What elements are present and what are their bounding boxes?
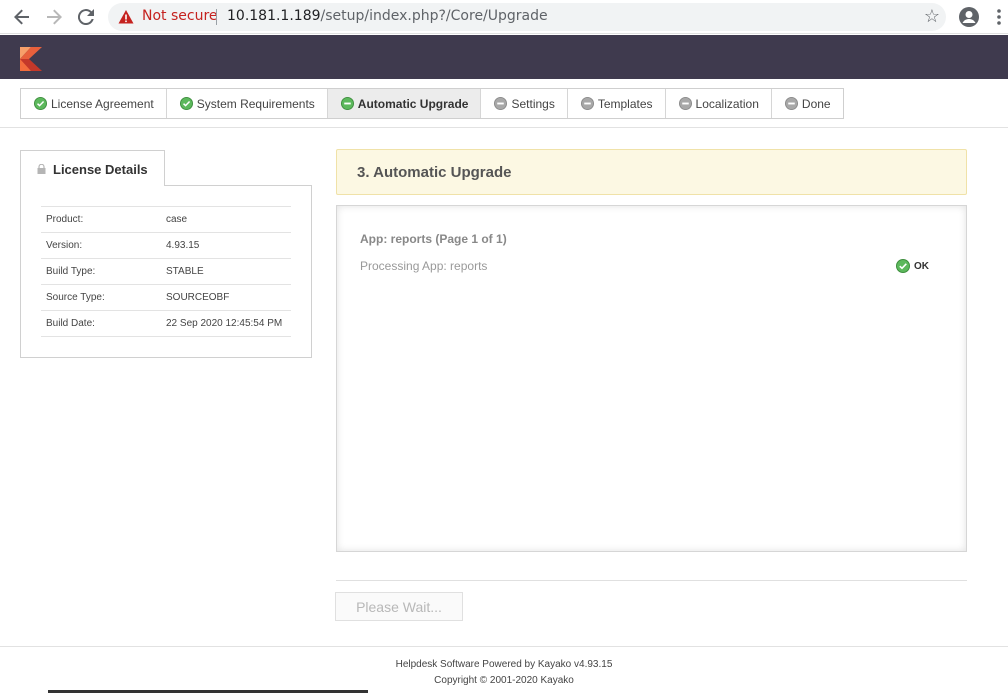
license-key-build-type: Build Type:	[46, 266, 96, 277]
step-system-requirements[interactable]: System Requirements	[167, 89, 328, 118]
table-row: Product: case	[41, 207, 291, 233]
check-circle-icon	[34, 97, 47, 110]
step-label: Automatic Upgrade	[357, 96, 469, 111]
table-row: Source Type: SOURCEOBF	[41, 285, 291, 311]
step-label: Localization	[695, 96, 759, 111]
app-title: App: reports (Page 1 of 1)	[360, 232, 507, 246]
processing-text: Processing App: reports	[360, 259, 488, 273]
license-value-product: case	[166, 214, 188, 225]
step-label: Templates	[597, 96, 653, 111]
not-secure-label[interactable]: Not secure	[142, 8, 218, 24]
kayako-logo-icon[interactable]	[20, 47, 42, 71]
setup-steps-nav: License Agreement System Requirements Au…	[20, 88, 844, 119]
warning-icon	[118, 10, 134, 24]
footer-divider	[0, 646, 1008, 647]
star-icon[interactable]: ☆	[924, 6, 940, 27]
status-badge: OK	[896, 259, 929, 273]
lock-icon	[37, 164, 46, 174]
step-license-agreement[interactable]: License Agreement	[21, 89, 167, 118]
minus-circle-gray-icon	[784, 97, 798, 110]
account-icon[interactable]	[958, 6, 980, 28]
license-value-build-date: 22 Sep 2020 12:45:54 PM	[166, 318, 283, 329]
nav-divider	[0, 127, 1008, 128]
step-templates[interactable]: Templates	[568, 89, 666, 118]
license-details-title: License Details	[53, 162, 148, 177]
step-label: Settings	[511, 96, 555, 111]
license-table: Product: case Version: 4.93.15 Build Type:…	[41, 206, 291, 337]
omnibox-divider	[216, 9, 217, 25]
reload-icon[interactable]	[74, 5, 98, 29]
browser-toolbar: Not secure 10.181.1.189/setup/index.php?…	[0, 0, 1008, 34]
minus-circle-gray-icon	[494, 97, 508, 110]
license-value-version: 4.93.15	[166, 240, 200, 251]
status-ok-label: OK	[914, 260, 929, 272]
step-automatic-upgrade[interactable]: Automatic Upgrade	[327, 89, 482, 118]
back-arrow-icon[interactable]	[10, 5, 34, 29]
please-wait-button[interactable]: Please Wait...	[335, 592, 463, 621]
upgrade-log-box: App: reports (Page 1 of 1) Processing Ap…	[336, 205, 967, 552]
table-row: Version: 4.93.15	[41, 233, 291, 259]
section-title-bar: 3. Automatic Upgrade	[336, 149, 967, 195]
license-key-source-type: Source Type:	[46, 292, 105, 303]
minus-circle-gray-icon	[580, 97, 594, 110]
step-label: License Agreement	[51, 96, 154, 111]
check-circle-icon	[179, 97, 193, 110]
url-host: 10.181.1.189	[227, 8, 321, 24]
url-text[interactable]: 10.181.1.189/setup/index.php?/Core/Upgra…	[227, 8, 548, 24]
step-done[interactable]: Done	[772, 89, 843, 118]
minus-circle-gray-icon	[678, 97, 692, 110]
license-value-source-type: SOURCEOBF	[166, 292, 230, 303]
check-circle-icon	[896, 259, 910, 273]
page-title: 3. Automatic Upgrade	[357, 164, 512, 181]
footer-copyright: Copyright © 2001-2020 Kayako	[434, 675, 574, 686]
forward-arrow-icon[interactable]	[42, 5, 66, 29]
license-details-tab[interactable]: License Details	[20, 150, 165, 186]
minus-circle-green-icon	[340, 97, 354, 110]
license-value-build-type: STABLE	[166, 266, 204, 277]
step-settings[interactable]: Settings	[481, 89, 568, 118]
license-details-panel: Product: case Version: 4.93.15 Build Type:…	[20, 185, 312, 358]
step-label: System Requirements	[196, 96, 315, 111]
table-row: Build Type: STABLE	[41, 259, 291, 285]
app-header	[0, 35, 1008, 79]
step-label: Done	[801, 96, 831, 111]
address-bar[interactable]: Not secure 10.181.1.189/setup/index.php?…	[108, 3, 946, 31]
footer-powered-by: Helpdesk Software Powered by Kayako v4.9…	[395, 659, 613, 670]
license-key-product: Product:	[46, 214, 84, 225]
license-key-build-date: Build Date:	[46, 318, 95, 329]
step-localization[interactable]: Localization	[666, 89, 772, 118]
license-key-version: Version:	[46, 240, 83, 251]
table-row: Build Date: 22 Sep 2020 12:45:54 PM	[41, 311, 291, 337]
url-path: /setup/index.php?/Core/Upgrade	[320, 8, 548, 24]
menu-kebab-icon[interactable]	[996, 8, 1002, 26]
content-divider	[336, 580, 967, 581]
